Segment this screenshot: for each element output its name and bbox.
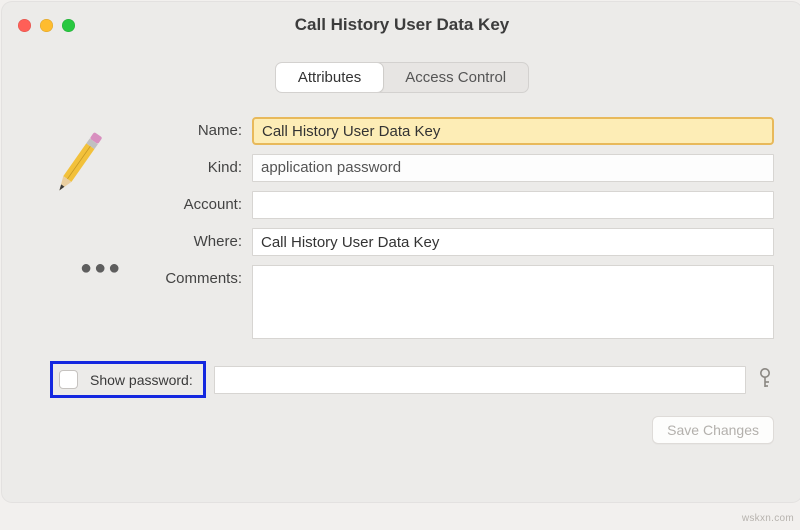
item-icon-column: ●●● [22, 117, 142, 339]
label-where: Where: [142, 228, 252, 250]
account-field[interactable] [252, 191, 774, 219]
tab-segmented-control: Attributes Access Control [275, 62, 529, 93]
keychain-item-window: Call History User Data Key Attributes Ac… [2, 2, 800, 502]
show-password-checkbox[interactable] [59, 370, 78, 389]
titlebar: Call History User Data Key [2, 2, 800, 48]
window-title: Call History User Data Key [2, 15, 800, 35]
save-changes-button[interactable]: Save Changes [652, 416, 774, 444]
name-field[interactable] [252, 117, 774, 145]
label-kind: Kind: [142, 154, 252, 176]
label-name: Name: [142, 117, 252, 139]
tab-attributes[interactable]: Attributes [275, 62, 384, 93]
label-account: Account: [142, 191, 252, 213]
fields-grid: Name: Kind: application password Account… [142, 117, 774, 339]
tab-bar: Attributes Access Control [2, 62, 800, 93]
where-field[interactable] [252, 228, 774, 256]
key-icon[interactable] [756, 367, 774, 392]
footer: Save Changes [2, 398, 800, 444]
comments-field[interactable] [252, 265, 774, 339]
attributes-form: ●●● Name: Kind: application password Acc… [2, 117, 800, 339]
show-password-emphasis: Show password: [50, 361, 206, 398]
label-comments: Comments: [142, 265, 252, 287]
label-show-password: Show password: [90, 372, 193, 388]
password-row: Show password: [2, 361, 800, 398]
ellipsis-icon: ●●● [80, 257, 142, 280]
watermark: wskxn.com [742, 513, 794, 524]
kind-field: application password [252, 154, 774, 182]
pencil-icon [50, 121, 110, 201]
tab-access-control[interactable]: Access Control [383, 63, 528, 92]
password-field[interactable] [214, 366, 746, 394]
